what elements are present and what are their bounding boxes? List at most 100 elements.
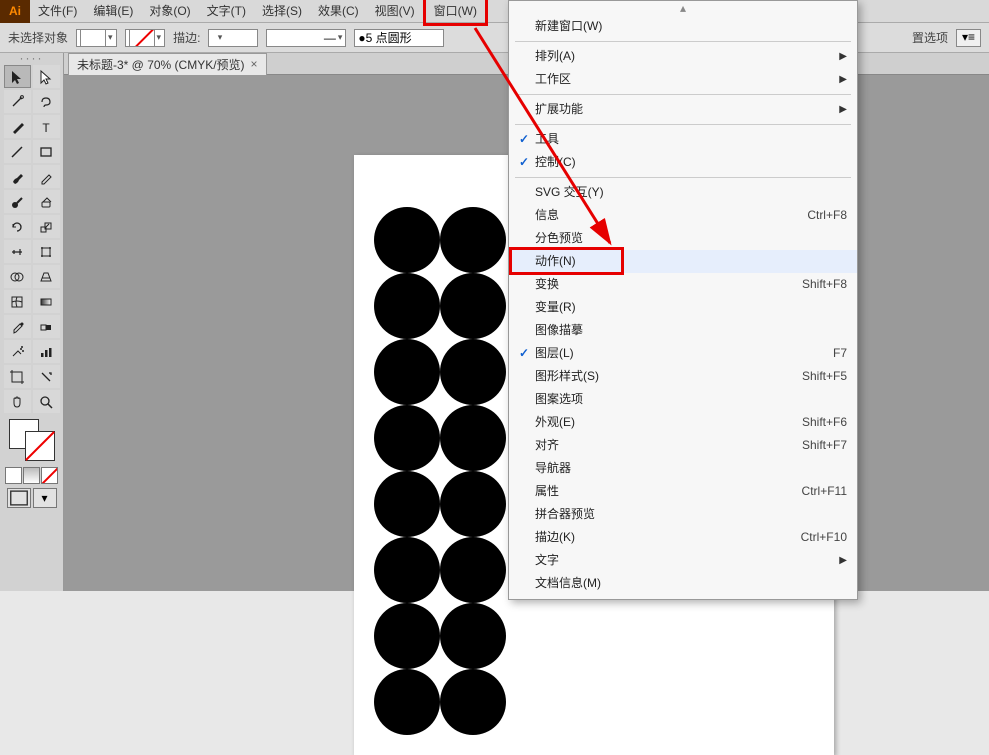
screen-mode-dd[interactable]: ▾ (33, 488, 57, 508)
stroke-swatch-dd[interactable]: ▾ (125, 29, 166, 47)
tool-scale[interactable] (33, 215, 60, 238)
menu-item-accel: Shift+F6 (802, 413, 847, 432)
color-mode-gradient[interactable] (23, 467, 40, 484)
menu-item-accel: F7 (833, 344, 847, 363)
tool-shape-builder[interactable] (4, 265, 31, 288)
tool-blob-brush[interactable] (4, 190, 31, 213)
stroke-weight[interactable]: ▾ (208, 29, 258, 47)
tool-eyedropper[interactable] (4, 315, 31, 338)
tool-selection[interactable] (4, 65, 31, 88)
canvas-circle (440, 471, 506, 537)
canvas-circle (440, 405, 506, 471)
fill-stroke-swatch[interactable] (5, 419, 59, 463)
menu-file[interactable]: 文件(F) (30, 0, 85, 23)
menu-item-label: 文档信息(M) (535, 574, 847, 593)
menu-item-accel: Shift+F5 (802, 367, 847, 386)
menu-type[interactable]: 文字(T) (199, 0, 254, 23)
screen-mode-row: ▾ (7, 488, 57, 508)
tool-direct-selection[interactable] (33, 65, 60, 88)
menu-item-accel: Ctrl+F11 (802, 482, 847, 501)
menu-effect[interactable]: 效果(C) (310, 0, 367, 23)
check-icon: ✓ (513, 344, 535, 363)
canvas-circle (440, 603, 506, 669)
tool-paintbrush[interactable] (4, 165, 31, 188)
brush-def[interactable]: ● 5 点圆形 (354, 29, 444, 47)
submenu-arrow-icon: ▶ (839, 70, 847, 89)
menu-item-accel: Ctrl+F8 (807, 206, 847, 225)
menu-item[interactable]: 图像描摹 (509, 319, 857, 342)
menu-item[interactable]: 变量(R) (509, 296, 857, 319)
menu-item[interactable]: 图形样式(S)Shift+F5 (509, 365, 857, 388)
menu-item-label: 导航器 (535, 459, 847, 478)
tool-line[interactable] (4, 140, 31, 163)
tool-free-transform[interactable] (33, 240, 60, 263)
tools-panel: T ▾ (0, 53, 64, 591)
color-mode-solid[interactable] (5, 467, 22, 484)
canvas-circle (374, 207, 440, 273)
tool-magic-wand[interactable] (4, 90, 31, 113)
tool-slice[interactable] (33, 365, 60, 388)
menu-item[interactable]: ✓图层(L)F7 (509, 342, 857, 365)
tool-type[interactable]: T (33, 115, 60, 138)
tool-graph[interactable] (33, 340, 60, 363)
color-mode-row (5, 467, 58, 484)
color-mode-none[interactable] (41, 467, 58, 484)
menu-item-label: 外观(E) (535, 413, 802, 432)
menu-item[interactable]: 文档信息(M) (509, 572, 857, 595)
canvas-circle (374, 405, 440, 471)
fill-swatch-dd[interactable]: ▾ (76, 29, 117, 47)
menu-item[interactable]: 对齐Shift+F7 (509, 434, 857, 457)
tool-hand[interactable] (4, 390, 31, 413)
menu-window[interactable]: 窗口(W) (423, 0, 488, 26)
menu-item-label: 图像描摹 (535, 321, 847, 340)
tool-symbol-sprayer[interactable] (4, 340, 31, 363)
screen-mode-normal[interactable] (7, 488, 31, 508)
tool-width[interactable] (4, 240, 31, 263)
app-logo: Ai (0, 0, 30, 23)
tool-rectangle[interactable] (33, 140, 60, 163)
tool-zoom[interactable] (33, 390, 60, 413)
tool-pen[interactable] (4, 115, 31, 138)
ctrl-more[interactable]: ▾≡ (956, 29, 981, 47)
doc-tab-title: 未标题-3* @ 70% (CMYK/预览) (77, 56, 245, 73)
menu-item[interactable]: 文字▶ (509, 549, 857, 572)
menu-item-label: 图形样式(S) (535, 367, 802, 386)
selection-status: 未选择对象 (8, 29, 68, 46)
menu-item[interactable]: 外观(E)Shift+F6 (509, 411, 857, 434)
menu-item[interactable]: 变换Shift+F8 (509, 273, 857, 296)
canvas-circle (374, 669, 440, 735)
menu-edit[interactable]: 编辑(E) (85, 0, 141, 23)
canvas-circle (440, 339, 506, 405)
canvas-circle (374, 537, 440, 603)
menu-item-accel: Ctrl+F10 (801, 528, 847, 547)
tool-eraser[interactable] (33, 190, 60, 213)
tool-artboard[interactable] (4, 365, 31, 388)
canvas-circle (374, 339, 440, 405)
menu-item[interactable]: 图案选项 (509, 388, 857, 411)
menu-view[interactable]: 视图(V) (367, 0, 423, 23)
menu-item-label: 属性 (535, 482, 802, 501)
menu-object[interactable]: 对象(O) (141, 0, 198, 23)
tool-lasso[interactable] (33, 90, 60, 113)
canvas-circle (374, 471, 440, 537)
tool-blend[interactable] (33, 315, 60, 338)
close-icon[interactable]: × (251, 57, 258, 71)
tool-rotate[interactable] (4, 215, 31, 238)
canvas-circle (440, 273, 506, 339)
menu-item[interactable]: 导航器 (509, 457, 857, 480)
doc-tab[interactable]: 未标题-3* @ 70% (CMYK/预览) × (68, 53, 267, 75)
panel-handle[interactable] (12, 57, 52, 63)
tool-mesh[interactable] (4, 290, 31, 313)
annotation-arrow (470, 23, 720, 273)
menu-item[interactable]: 拼合器预览 (509, 503, 857, 526)
tool-gradient[interactable] (33, 290, 60, 313)
menu-item[interactable]: 描边(K)Ctrl+F10 (509, 526, 857, 549)
tool-pencil[interactable] (33, 165, 60, 188)
menu-select[interactable]: 选择(S) (254, 0, 310, 23)
stroke-profile[interactable]: —▾ (266, 29, 346, 47)
submenu-arrow-icon: ▶ (839, 47, 847, 66)
menu-item-label: 变量(R) (535, 298, 847, 317)
stroke-color-box[interactable] (25, 431, 55, 461)
tool-perspective[interactable] (33, 265, 60, 288)
menu-item[interactable]: 属性Ctrl+F11 (509, 480, 857, 503)
